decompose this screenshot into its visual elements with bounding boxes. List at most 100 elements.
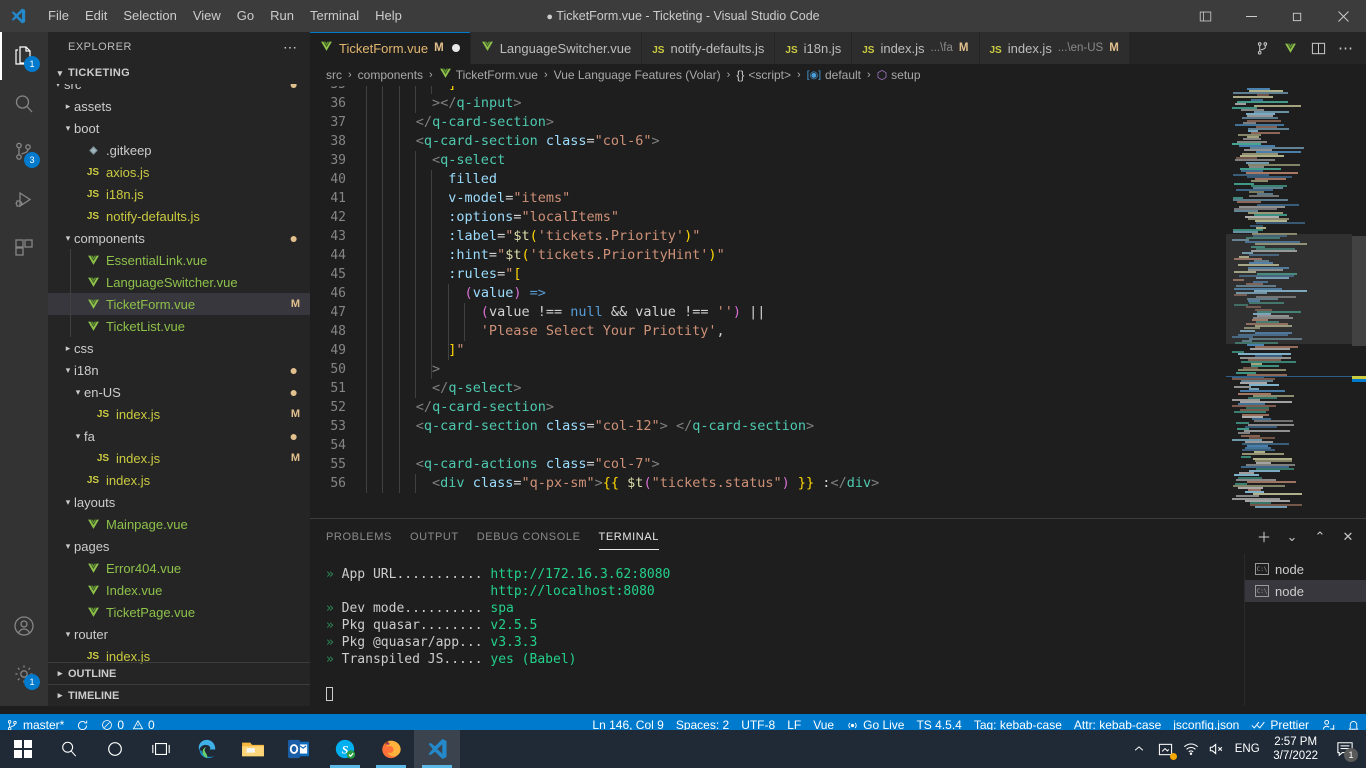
task-view-icon[interactable]	[138, 730, 184, 768]
chevron-down-icon[interactable]: ⌄	[1282, 527, 1302, 547]
tree-item-router[interactable]: ▾ router	[48, 623, 310, 645]
breadcrumb-item-src[interactable]: src	[326, 68, 342, 82]
code-line[interactable]: 43 :label="$t('tickets.Priority')"	[310, 227, 1366, 246]
breadcrumb-item--script-[interactable]: {} <script>	[736, 68, 791, 82]
tree-item-languageswitcher-vue[interactable]: LanguageSwitcher.vue	[48, 271, 310, 293]
taskbar-search-icon[interactable]	[46, 730, 92, 768]
editor-tab-notify-defaults-js[interactable]: JS notify-defaults.js	[642, 32, 776, 64]
breadcrumb[interactable]: src › components › TicketForm.vue › Vue Langua…	[310, 64, 1366, 86]
menu-file[interactable]: File	[40, 5, 77, 27]
code-line[interactable]: 40 filled	[310, 170, 1366, 189]
tree-item-components[interactable]: ▾ components ●	[48, 227, 310, 249]
vscode-taskbar-icon[interactable]	[414, 730, 460, 768]
scrollbar-thumb[interactable]	[1352, 236, 1366, 346]
menu-selection[interactable]: Selection	[115, 5, 184, 27]
network-icon[interactable]	[1179, 730, 1203, 768]
outlook-icon[interactable]	[276, 730, 322, 768]
activitybar-search[interactable]	[0, 80, 48, 128]
tree-item-layouts[interactable]: ▾ layouts	[48, 491, 310, 513]
tree-item-src[interactable]: ▾src ●	[48, 84, 310, 95]
code-line[interactable]: 41 v-model="items"	[310, 189, 1366, 208]
code-line[interactable]: 42 :options="localItems"	[310, 208, 1366, 227]
tree-item-essentiallink-vue[interactable]: EssentialLink.vue	[48, 249, 310, 271]
tree-item-ticketlist-vue[interactable]: TicketList.vue	[48, 315, 310, 337]
volume-muted-icon[interactable]	[1205, 730, 1229, 768]
code-line[interactable]: 38 <q-card-section class="col-6">	[310, 132, 1366, 151]
panel-tab-terminal[interactable]: TERMINAL	[598, 519, 660, 554]
menu-go[interactable]: Go	[229, 5, 262, 27]
start-button[interactable]	[0, 730, 46, 768]
maximize-button[interactable]	[1274, 0, 1320, 32]
code-line[interactable]: 45 :rules="[	[310, 265, 1366, 284]
language-indicator[interactable]: ENG	[1231, 730, 1263, 768]
code-line[interactable]: 37 </q-card-section>	[310, 113, 1366, 132]
panel-tab-output[interactable]: OUTPUT	[410, 519, 459, 554]
breadcrumb-item-setup[interactable]: ⬡ setup	[877, 68, 921, 82]
cortana-icon[interactable]	[92, 730, 138, 768]
code-line[interactable]: 55 <q-card-actions class="col-7">	[310, 455, 1366, 474]
terminal-list-item[interactable]: C:\ node	[1245, 580, 1366, 602]
activitybar-manage[interactable]: 1	[0, 650, 48, 698]
tree-item-fa[interactable]: ▾ fa ●	[48, 425, 310, 447]
show-hidden-icons-icon[interactable]	[1127, 730, 1151, 768]
menu-edit[interactable]: Edit	[77, 5, 115, 27]
tree-item-ticketpage-vue[interactable]: TicketPage.vue	[48, 601, 310, 623]
new-terminal-icon[interactable]	[1254, 527, 1274, 547]
code-line[interactable]: 50 >	[310, 360, 1366, 379]
breadcrumb-item-vue-language-features-volar-[interactable]: Vue Language Features (Volar)	[554, 68, 721, 82]
activitybar-extensions[interactable]	[0, 224, 48, 272]
code-line[interactable]: 54	[310, 436, 1366, 455]
code-line[interactable]: 48 'Please Select Your Priotity',	[310, 322, 1366, 341]
tree-item-mainpage-vue[interactable]: Mainpage.vue	[48, 513, 310, 535]
breadcrumb-item-default[interactable]: [◉] default	[807, 68, 861, 82]
editor-tab-i18n-js[interactable]: JS i18n.js	[775, 32, 853, 64]
code-line[interactable]: 36 ></q-input>	[310, 94, 1366, 113]
tree-item-index-js[interactable]: JS index.js M	[48, 447, 310, 469]
code-line[interactable]: 35 ]"	[310, 86, 1366, 94]
editor-tab-LanguageSwitcher-vue[interactable]: LanguageSwitcher.vue	[470, 32, 643, 64]
more-actions-icon[interactable]: ⋯	[1334, 36, 1358, 60]
file-tree[interactable]: ▾src●▸assets▾boot.gitkeepJSaxios.jsJSi18…	[48, 84, 310, 666]
tree-item-index-js[interactable]: JS index.js	[48, 469, 310, 491]
workspace-root-row[interactable]: ▾ TICKETING	[48, 62, 310, 84]
editor-tab-index-js[interactable]: JS index.js ...\fa M	[852, 32, 980, 64]
firefox-icon[interactable]	[368, 730, 414, 768]
outline-panel-header[interactable]: ▸ OUTLINE	[48, 662, 310, 684]
tab-dirty-indicator[interactable]	[451, 44, 460, 52]
editor-tab-bar[interactable]: TicketForm.vue M LanguageSwitcher.vue JS not…	[310, 32, 1366, 64]
tree-item-i18n[interactable]: ▾ i18n ●	[48, 359, 310, 381]
breadcrumb-item-components[interactable]: components	[358, 68, 423, 82]
terminal-output[interactable]: » App URL........... http://172.16.3.62:…	[310, 554, 1244, 706]
minimize-button[interactable]	[1228, 0, 1274, 32]
minimap-slider[interactable]	[1226, 234, 1352, 344]
activitybar-explorer[interactable]: 1	[0, 32, 48, 80]
tree-item-index-vue[interactable]: Index.vue	[48, 579, 310, 601]
customize-layout-icon[interactable]	[1182, 0, 1228, 32]
terminal-prompt-line[interactable]	[326, 685, 1244, 702]
terminal-list-item[interactable]: C:\ node	[1245, 558, 1366, 580]
tree-item-css[interactable]: ▸ css	[48, 337, 310, 359]
breadcrumb-item-ticketform-vue[interactable]: TicketForm.vue	[439, 67, 538, 83]
activitybar-accounts[interactable]	[0, 602, 48, 650]
menu-help[interactable]: Help	[367, 5, 410, 27]
notification-center-icon[interactable]: 1	[1328, 730, 1362, 768]
code-line[interactable]: 51 </q-select>	[310, 379, 1366, 398]
tree-item--gitkeep[interactable]: .gitkeep	[48, 139, 310, 161]
tree-item-axios-js[interactable]: JS axios.js	[48, 161, 310, 183]
code-line[interactable]: 49 ]"	[310, 341, 1366, 360]
edge-icon[interactable]	[184, 730, 230, 768]
code-line[interactable]: 44 :hint="$t('tickets.PriorityHint')"	[310, 246, 1366, 265]
panel-tab-problems[interactable]: PROBLEMS	[326, 519, 392, 554]
close-button[interactable]	[1320, 0, 1366, 32]
tree-item-error404-vue[interactable]: Error404.vue	[48, 557, 310, 579]
code-line[interactable]: 52 </q-card-section>	[310, 398, 1366, 417]
editor-scrollbar[interactable]	[1352, 86, 1366, 514]
activitybar-source-control[interactable]: 3	[0, 128, 48, 176]
taskbar-clock[interactable]: 2:57 PM 3/7/2022	[1265, 730, 1326, 768]
code-line[interactable]: 47 (value !== null && value !== '') ||	[310, 303, 1366, 322]
tree-item-i18n-js[interactable]: JS i18n.js	[48, 183, 310, 205]
vue-icon[interactable]	[1278, 36, 1302, 60]
code-line[interactable]: 46 (value) =>	[310, 284, 1366, 303]
split-vertical-icon[interactable]	[1250, 36, 1274, 60]
timeline-panel-header[interactable]: ▸ TIMELINE	[48, 684, 310, 706]
